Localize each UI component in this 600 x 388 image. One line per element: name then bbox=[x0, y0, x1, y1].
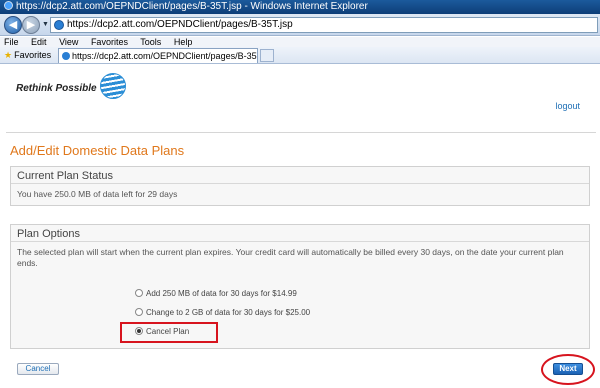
tab-title: https://dcp2.att.com/OEPNDClient/pages/B… bbox=[72, 51, 258, 61]
option-label: Add 250 MB of data for 30 days for $14.9… bbox=[146, 289, 297, 298]
plan-option-add-250mb[interactable]: Add 250 MB of data for 30 days for $14.9… bbox=[135, 289, 297, 298]
option-label: Change to 2 GB of data for 30 days for $… bbox=[146, 308, 311, 317]
favorites-label: Favorites bbox=[14, 50, 52, 60]
logout-link[interactable]: logout bbox=[555, 101, 580, 111]
plan-options-section: Plan Options The selected plan will star… bbox=[10, 224, 590, 349]
divider bbox=[6, 132, 596, 133]
new-tab-button[interactable] bbox=[260, 49, 274, 62]
page-icon bbox=[54, 20, 64, 30]
current-plan-title: Current Plan Status bbox=[11, 167, 589, 184]
brand-tagline: Rethink Possible bbox=[16, 83, 97, 94]
att-globe-logo bbox=[100, 73, 126, 99]
page-content: Rethink Possible logout Add/Edit Domesti… bbox=[0, 65, 600, 388]
current-plan-section: Current Plan Status You have 250.0 MB of… bbox=[10, 166, 590, 206]
menu-edit[interactable]: Edit bbox=[31, 37, 47, 47]
menu-file[interactable]: File bbox=[4, 37, 19, 47]
menu-view[interactable]: View bbox=[59, 37, 78, 47]
plan-options-title: Plan Options bbox=[11, 225, 589, 242]
radio-change-2gb[interactable] bbox=[135, 308, 143, 316]
current-plan-status: You have 250.0 MB of data left for 29 da… bbox=[17, 189, 178, 199]
window-title: https://dcp2.att.com/OEPNDClient/pages/B… bbox=[16, 1, 368, 12]
favorites-button[interactable]: ★ Favorites bbox=[4, 49, 51, 62]
plan-options-description: The selected plan will start when the cu… bbox=[17, 247, 564, 268]
radio-add-250mb[interactable] bbox=[135, 289, 143, 297]
navigation-bar: ◀ ▶ ▼ https://dcp2.att.com/OEPNDClient/p… bbox=[0, 14, 600, 36]
favorites-bar: ★ Favorites https://dcp2.att.com/OEPNDCli… bbox=[0, 47, 600, 64]
menu-bar: File Edit View Favorites Tools Help bbox=[0, 37, 600, 47]
address-text: https://dcp2.att.com/OEPNDClient/pages/B… bbox=[67, 19, 293, 30]
highlight-box bbox=[120, 322, 218, 343]
tab-page-icon bbox=[62, 52, 70, 60]
window-titlebar: https://dcp2.att.com/OEPNDClient/pages/B… bbox=[0, 0, 600, 14]
page-title: Add/Edit Domestic Data Plans bbox=[10, 143, 185, 158]
back-button[interactable]: ◀ bbox=[4, 16, 22, 34]
forward-button[interactable]: ▶ bbox=[22, 16, 40, 34]
menu-tools[interactable]: Tools bbox=[140, 37, 161, 47]
browser-tab[interactable]: https://dcp2.att.com/OEPNDClient/pages/B… bbox=[58, 48, 258, 63]
plan-option-change-2gb[interactable]: Change to 2 GB of data for 30 days for $… bbox=[135, 308, 310, 317]
address-bar[interactable]: https://dcp2.att.com/OEPNDClient/pages/B… bbox=[50, 17, 598, 33]
history-dropdown-icon[interactable]: ▼ bbox=[42, 21, 49, 28]
ie-logo-icon bbox=[4, 1, 13, 10]
cancel-button[interactable]: Cancel bbox=[17, 363, 59, 375]
menu-favorites[interactable]: Favorites bbox=[91, 37, 128, 47]
menu-help[interactable]: Help bbox=[174, 37, 193, 47]
next-button[interactable]: Next bbox=[553, 363, 583, 375]
star-icon: ★ bbox=[4, 50, 13, 60]
